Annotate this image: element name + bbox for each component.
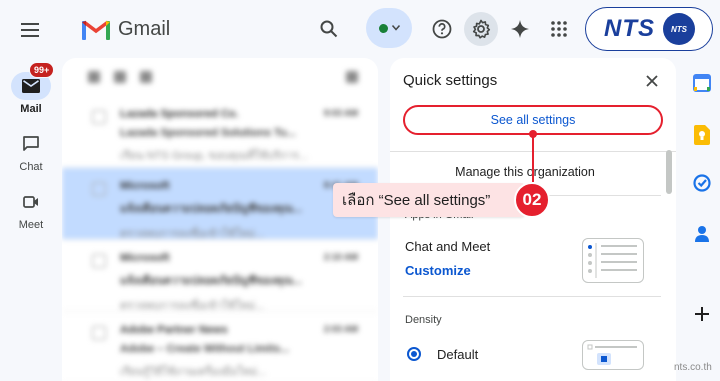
density-default-radio[interactable] [407, 347, 421, 361]
manage-organization-link[interactable]: Manage this organization [390, 165, 660, 179]
email-subject: แจ้งเตือนความปลอดภัยบัญชีของคุณ... [120, 275, 303, 287]
close-icon [646, 75, 658, 87]
tasks-icon [693, 174, 711, 192]
customize-link[interactable]: Customize [405, 263, 471, 278]
email-time: 2:10 AM [323, 252, 358, 262]
quick-settings-panel: Quick settings See all settings Manage t… [390, 58, 676, 381]
row-checkbox[interactable] [92, 110, 106, 124]
gemini-button[interactable] [503, 12, 537, 46]
contacts-button[interactable] [692, 224, 712, 244]
support-button[interactable] [425, 12, 459, 46]
mail-icon [22, 79, 40, 93]
email-sender: Adobe Partner News [120, 324, 228, 336]
avatar: NTS [663, 13, 695, 45]
nav-meet-label: Meet [18, 219, 44, 231]
email-subject: แจ้งเตือนความปลอดภัยบัญชีของคุณ... [120, 203, 303, 215]
email-sender: Microsoft [120, 180, 170, 192]
active-status-dot [378, 23, 388, 33]
video-camera-icon [23, 196, 38, 208]
add-addon-button[interactable] [692, 304, 712, 324]
side-panel-rail [684, 58, 720, 381]
email-snippet: เรียนรู้วิธีใช้งานเครื่องมือใหม่... [120, 366, 267, 378]
gear-icon [472, 19, 491, 39]
nav-mail-label: Mail [20, 103, 42, 115]
status-selector[interactable] [366, 8, 412, 48]
nav-mail[interactable]: 99+ Mail [0, 62, 62, 115]
next-page-icon[interactable] [346, 71, 358, 83]
search-button[interactable] [312, 12, 346, 46]
step-number-badge: 02 [514, 182, 550, 218]
email-row[interactable]: Adobe Partner News Adobe – Create Withou… [62, 312, 378, 381]
meet-icon-wrap [11, 188, 51, 216]
email-time: 2:03 AM [323, 324, 358, 334]
email-subject: Adobe – Create Without Limits... [120, 343, 290, 355]
tasks-button[interactable] [692, 173, 712, 193]
nav-chat[interactable]: Chat [0, 130, 62, 173]
email-snippet: ตรวจพบการลงชื่อเข้าใช้ใหม่... [120, 300, 265, 312]
plus-icon [695, 307, 709, 321]
nav-chat-label: Chat [19, 161, 43, 173]
hamburger-icon [21, 23, 39, 37]
watermark: nts.co.th [674, 362, 712, 373]
email-sender: Microsoft [120, 252, 170, 264]
quick-settings-title: Quick settings [403, 72, 498, 89]
account-button[interactable]: NTS NTS [585, 7, 713, 51]
app-name: Gmail [118, 17, 171, 40]
density-section-header: Density [405, 314, 442, 326]
row-checkbox[interactable] [92, 326, 106, 340]
nts-logo: NTS [604, 15, 655, 42]
density-preview-icon [587, 344, 637, 365]
mail-icon-wrap: 99+ [11, 62, 55, 100]
email-snippet: ตรวจพบการลงชื่อเข้าใช้ใหม่... [120, 228, 265, 240]
email-row[interactable]: Microsoft แจ้งเตือนความปลอดภัยบัญชีของคุ… [62, 240, 378, 312]
close-button[interactable] [642, 71, 662, 91]
chat-icon [23, 136, 39, 151]
calendar-button[interactable] [692, 73, 712, 93]
email-row[interactable]: Lazada Sponsored Co. Lazada Sponsored So… [62, 96, 378, 168]
inbox-toolbar [62, 58, 378, 96]
email-subject: Lazada Sponsored Solutions Tu... [120, 127, 296, 139]
row-checkbox[interactable] [92, 182, 106, 196]
email-snippet: เรียน NTS Group, ขอบคุณที่ใช้บริการ... [120, 150, 308, 162]
email-row[interactable]: Microsoft แจ้งเตือนความปลอดภัยบัญชีของคุ… [62, 168, 378, 240]
density-default-thumbnail [582, 340, 644, 370]
settings-button[interactable] [464, 12, 498, 46]
email-time: 9:03 AM [323, 108, 358, 118]
chevron-down-icon [391, 25, 400, 31]
callout-connector [532, 134, 534, 182]
keep-button[interactable] [692, 125, 712, 145]
row-checkbox[interactable] [92, 254, 106, 268]
divider [403, 296, 661, 297]
radio-selected-dot [411, 351, 417, 357]
calendar-icon [693, 74, 711, 92]
contacts-icon [695, 226, 709, 242]
gmail-m-icon [82, 20, 110, 40]
main-menu-button[interactable] [12, 12, 48, 48]
apps-grid-icon [551, 21, 567, 37]
chat-icon-wrap [11, 130, 51, 158]
apps-button[interactable] [542, 12, 576, 46]
email-sender: Lazada Sponsored Co. [120, 108, 239, 120]
inbox-panel: Lazada Sponsored Co. Lazada Sponsored So… [62, 58, 378, 381]
select-all-checkbox[interactable] [88, 71, 100, 83]
gmail-logo[interactable]: Gmail [82, 14, 170, 44]
search-icon [320, 20, 338, 38]
density-default-label: Default [437, 347, 479, 362]
unread-badge: 99+ [29, 62, 55, 78]
refresh-icon[interactable] [114, 71, 126, 83]
chat-meet-label: Chat and Meet [405, 239, 491, 254]
help-icon [432, 19, 452, 39]
keep-icon [694, 125, 710, 145]
scrollbar[interactable] [666, 150, 672, 194]
nav-meet[interactable]: Meet [0, 188, 62, 231]
chat-meet-thumbnail [582, 238, 644, 283]
more-icon[interactable] [140, 71, 152, 83]
instruction-callout: เลือก “See all settings” [333, 183, 525, 217]
sparkle-icon [511, 20, 529, 38]
layout-preview-icon [588, 243, 637, 278]
